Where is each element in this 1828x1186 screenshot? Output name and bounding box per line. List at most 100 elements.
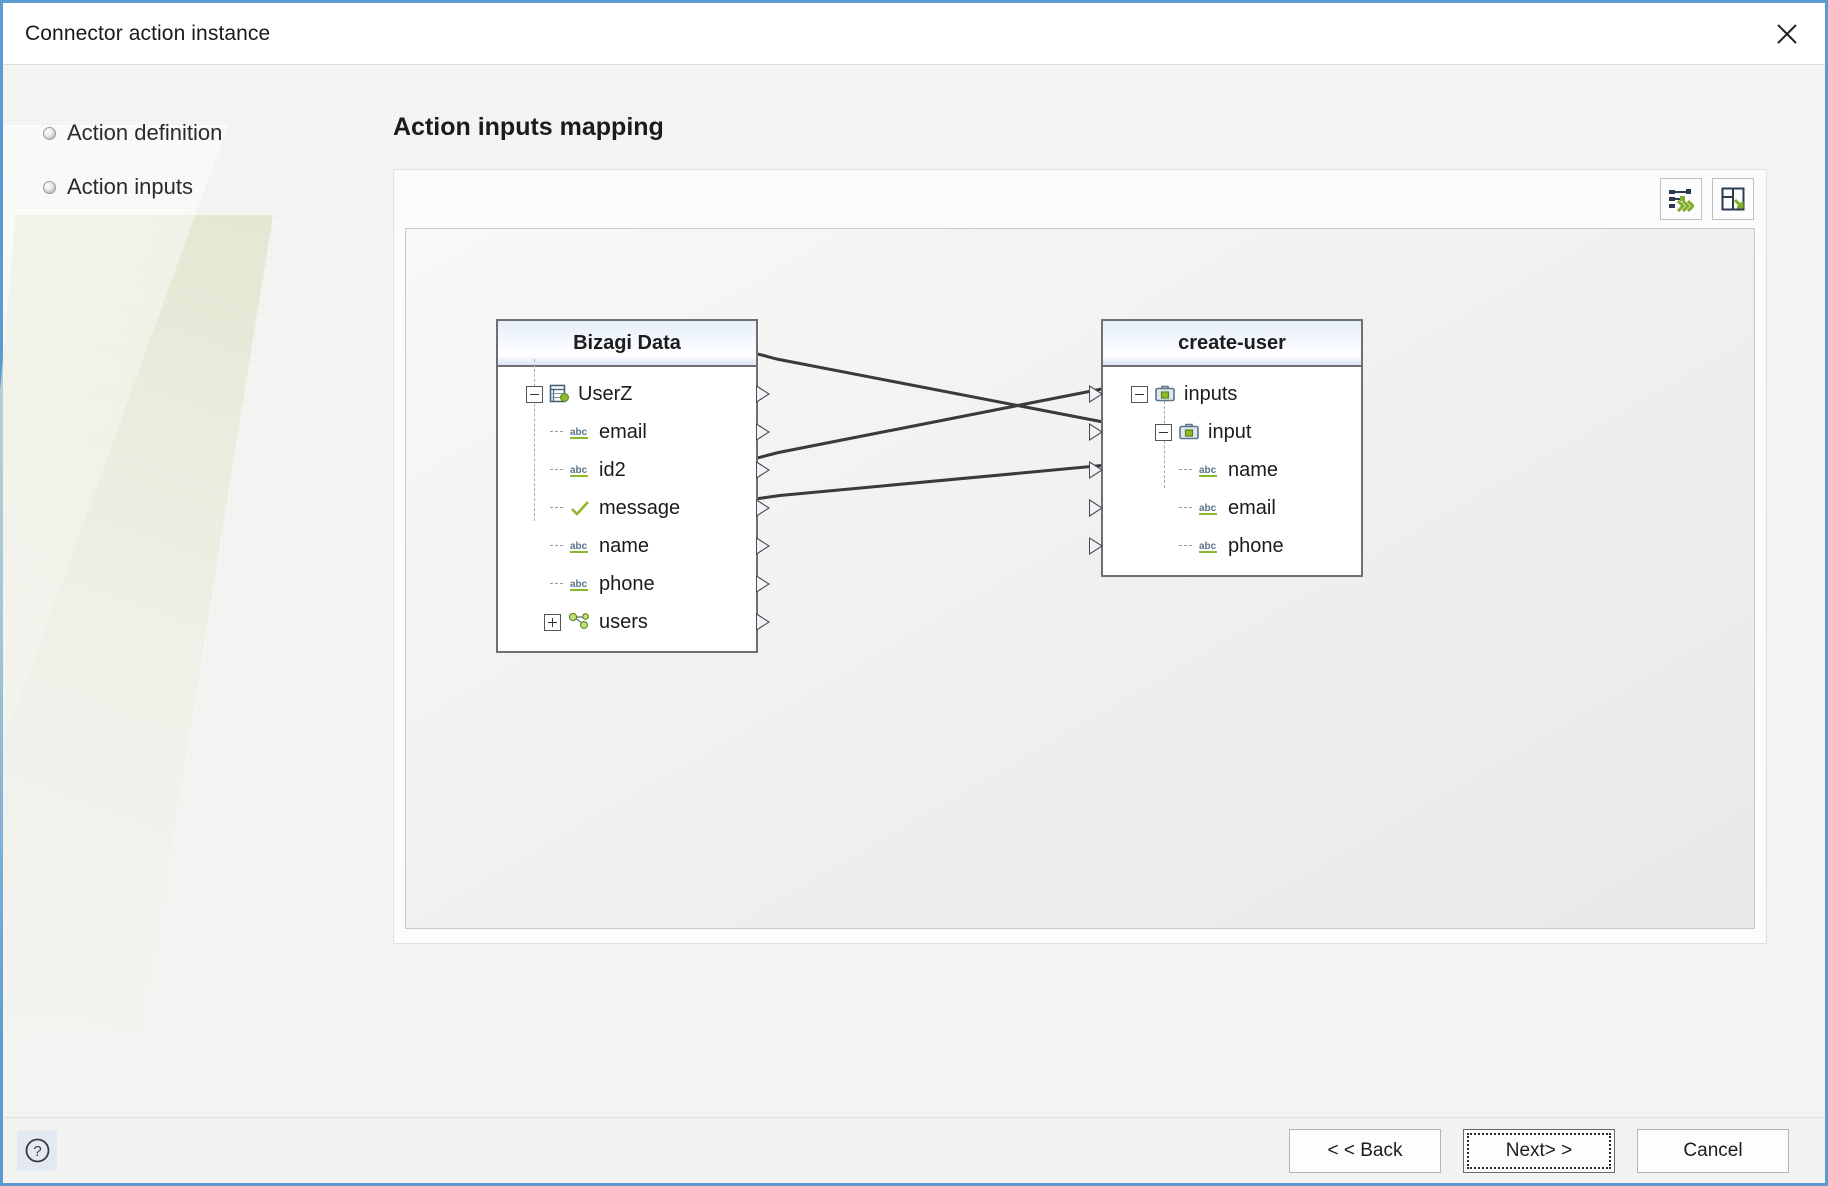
link-email: [712, 347, 1126, 427]
tree-node-label: phone: [1228, 535, 1284, 557]
sidebar-item-label: Action definition: [67, 120, 223, 145]
tree-branch-icon: [550, 541, 566, 551]
link-name: [712, 384, 1126, 465]
dialog-footer: ? < < Back Next> > Cancel: [3, 1117, 1825, 1183]
step-bullet-icon: [43, 126, 56, 140]
auto-map-button[interactable]: [1660, 178, 1702, 220]
tree-branch-icon: [1179, 465, 1195, 475]
tree-node-email[interactable]: abc email: [498, 413, 770, 451]
expander-minus-icon[interactable]: [1155, 423, 1172, 441]
svg-text:abc: abc: [1199, 541, 1217, 552]
tree-node-message[interactable]: message: [498, 489, 770, 527]
sidebar-item-label: Action inputs: [67, 174, 193, 199]
tree-node-label: users: [599, 611, 648, 633]
back-button[interactable]: < < Back: [1289, 1128, 1441, 1173]
tree-node-input[interactable]: input: [1089, 413, 1361, 451]
tree-node-name[interactable]: abc name: [498, 527, 770, 565]
tree-node-label: inputs: [1184, 383, 1238, 405]
source-tree: UserZ abc email abc id2 message abc name…: [498, 359, 770, 651]
connector-action-instance-dialog: Connector action instance Action definit…: [0, 0, 1828, 1186]
target-port-input[interactable]: [1089, 423, 1103, 441]
svg-text:abc: abc: [1199, 503, 1217, 514]
target-port-email[interactable]: [1089, 499, 1103, 517]
tree-node-phone[interactable]: abc phone: [498, 565, 770, 603]
source-port-users[interactable]: [756, 613, 770, 631]
tree-branch-icon: [550, 579, 566, 589]
tree-branch-icon: [1179, 503, 1195, 513]
svg-text:abc: abc: [570, 579, 588, 590]
tree-node-label: email: [599, 421, 647, 443]
help-question-icon[interactable]: ?: [17, 1130, 57, 1171]
source-port-phone[interactable]: [756, 575, 770, 593]
svg-text:abc: abc: [570, 465, 588, 476]
briefcase-icon: [1178, 422, 1200, 442]
mapper-toolbar: [394, 170, 1766, 228]
dialog-body: Action definition Action inputs Action i…: [0, 65, 1825, 1117]
abc-string-icon: abc: [1198, 537, 1220, 555]
tree-node-name[interactable]: abc name: [1089, 451, 1361, 489]
target-port-phone[interactable]: [1089, 537, 1103, 555]
tree-node-label: name: [599, 535, 650, 557]
target-box-title: create-user: [1103, 321, 1361, 367]
step-bullet-icon: [43, 180, 56, 194]
tree-branch-icon: [550, 503, 566, 513]
briefcase-icon: [1154, 384, 1176, 404]
target-action-box[interactable]: create-user inputs input abc name abc em…: [1089, 319, 1363, 577]
tree-node-phone[interactable]: abc phone: [1089, 527, 1361, 565]
page-title: Action inputs mapping: [393, 113, 664, 141]
tree-node-label: name: [1228, 459, 1279, 481]
collection-icon: [567, 612, 591, 632]
tree-node-userz[interactable]: UserZ: [498, 375, 770, 413]
target-port-inputs[interactable]: [1089, 385, 1103, 403]
entity-icon: [549, 384, 570, 404]
expander-minus-icon[interactable]: [526, 385, 543, 403]
tree-branch-icon: [550, 427, 566, 437]
sidebar-item-action-inputs[interactable]: Action inputs: [43, 174, 393, 200]
dialog-title: Connector action instance: [25, 21, 271, 45]
tree-node-label: id2: [599, 459, 626, 481]
tree-node-email[interactable]: abc email: [1089, 489, 1361, 527]
dialog-titlebar: Connector action instance: [3, 3, 1825, 65]
expander-minus-icon[interactable]: [1131, 385, 1148, 403]
target-port-name[interactable]: [1089, 461, 1103, 479]
tree-node-label: phone: [599, 573, 655, 595]
wizard-steps: Action definition Action inputs: [3, 65, 393, 1117]
target-tree: inputs input abc name abc email abc phon…: [1089, 367, 1361, 575]
tree-node-label: UserZ: [578, 383, 633, 405]
tree-node-id2[interactable]: abc id2: [498, 451, 770, 489]
main-pane: Action inputs mapping Bizagi Data UserZ …: [393, 65, 1825, 1117]
svg-text:abc: abc: [1199, 465, 1217, 476]
svg-text:abc: abc: [570, 427, 588, 438]
close-icon[interactable]: [1759, 8, 1815, 60]
source-data-box[interactable]: Bizagi Data UserZ abc email abc id2 mess…: [496, 319, 770, 653]
svg-text:abc: abc: [570, 541, 588, 552]
expander-plus-icon[interactable]: [544, 613, 561, 631]
tree-branch-icon: [1179, 541, 1195, 551]
abc-string-icon: abc: [569, 575, 591, 593]
auto-map-icon: [1669, 189, 1694, 212]
source-port-message[interactable]: [756, 499, 770, 517]
tree-node-inputs[interactable]: inputs: [1089, 375, 1361, 413]
tree-node-users[interactable]: users: [498, 603, 770, 641]
link-phone: [712, 461, 1126, 503]
source-port-name[interactable]: [756, 537, 770, 555]
svg-text:?: ?: [33, 1143, 41, 1160]
abc-string-icon: abc: [569, 537, 591, 555]
tree-node-label: message: [599, 497, 681, 519]
mapping-canvas[interactable]: Bizagi Data UserZ abc email abc id2 mess…: [405, 228, 1755, 929]
abc-string-icon: abc: [1198, 499, 1220, 517]
tree-node-label: input: [1208, 421, 1252, 443]
source-port-email[interactable]: [756, 423, 770, 441]
fit-layout-icon: [1721, 187, 1745, 211]
tree-branch-icon: [550, 465, 566, 475]
source-port-id2[interactable]: [756, 461, 770, 479]
fit-layout-button[interactable]: [1712, 178, 1754, 220]
abc-string-icon: abc: [1198, 461, 1220, 479]
source-port-userz[interactable]: [756, 385, 770, 403]
check-bool-icon: [569, 499, 591, 517]
cancel-button[interactable]: Cancel: [1637, 1128, 1789, 1173]
sidebar-item-action-definition[interactable]: Action definition: [43, 120, 393, 146]
abc-string-icon: abc: [569, 461, 591, 479]
mapper-frame: Bizagi Data UserZ abc email abc id2 mess…: [393, 169, 1767, 944]
next-button[interactable]: Next> >: [1463, 1128, 1615, 1173]
